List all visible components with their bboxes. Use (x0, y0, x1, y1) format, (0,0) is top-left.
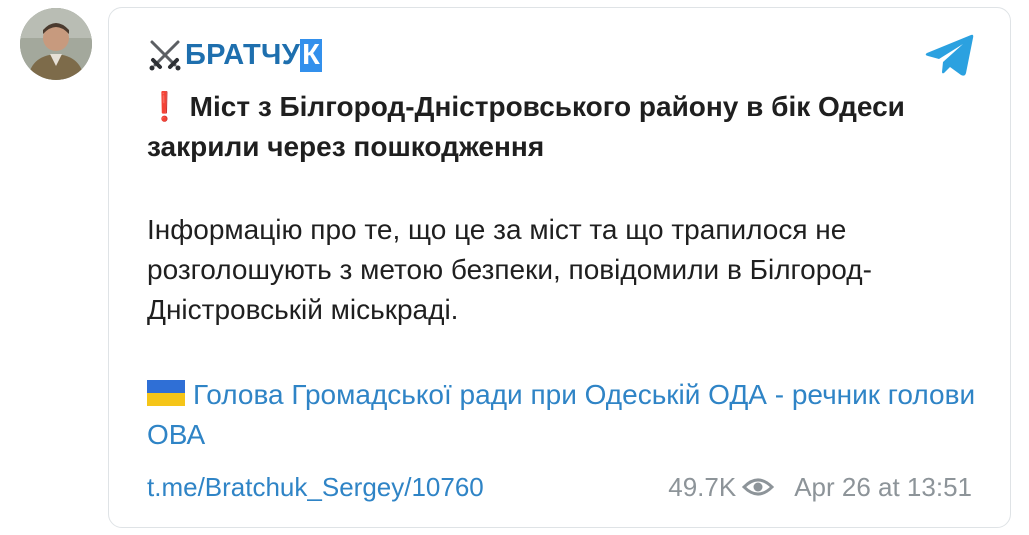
channel-avatar[interactable] (20, 8, 92, 80)
telegram-logo-icon[interactable] (925, 32, 975, 78)
headline-text: Міст з Білгород-Дністровського району в … (147, 91, 905, 162)
post-url-link[interactable]: t.me/Bratchuk_Sergey/10760 (147, 472, 484, 503)
channel-name-highlight: К (300, 38, 323, 72)
message-meta: 49.7K Apr 26 at 13:51 (668, 472, 972, 503)
exclamation-icon: ❗ (147, 91, 182, 122)
post-date: Apr 26 at 13:51 (794, 471, 972, 502)
message-bubble: БРАТЧУ К ❗ Міст з Білгород-Дністровського… (108, 7, 1011, 528)
channel-name: БРАТЧУ (185, 38, 301, 71)
ukraine-flag-icon (147, 380, 185, 406)
post-headline: ❗ Міст з Білгород-Дністровського району … (147, 87, 977, 167)
view-count: 49.7K (668, 471, 737, 502)
post-body: Інформацію про те, що це за міст та що т… (147, 214, 872, 325)
link-text[interactable]: Голова Громадської ради при Одеській ОДА… (147, 379, 975, 450)
message-footer: t.me/Bratchuk_Sergey/10760 49.7K Apr 26 … (147, 469, 972, 505)
eye-icon (742, 478, 775, 496)
post-link-block[interactable]: Голова Громадської ради при Одеській ОДА… (147, 375, 977, 455)
avatar-photo (20, 8, 92, 80)
crossed-swords-icon (149, 40, 181, 71)
channel-title[interactable]: БРАТЧУ К (147, 35, 323, 75)
